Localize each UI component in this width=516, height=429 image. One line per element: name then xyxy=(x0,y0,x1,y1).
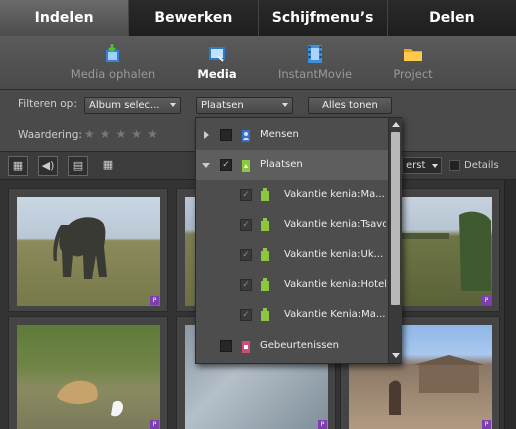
subnav-media[interactable]: Media xyxy=(172,44,262,81)
project-filter-icon[interactable]: ▤ xyxy=(68,156,88,176)
media-icon xyxy=(209,47,225,62)
chevron-down-icon xyxy=(432,164,438,168)
subnav-label: Project xyxy=(393,67,433,81)
rating-stars[interactable]: ★★★★★ xyxy=(84,127,163,141)
scroll-up-icon[interactable] xyxy=(392,122,400,127)
sub-navigation: Media ophalen Media InstantMovie Project xyxy=(0,36,516,90)
people-tag-icon xyxy=(242,130,250,142)
tab-bewerken[interactable]: Bewerken xyxy=(129,0,259,36)
checkbox-place[interactable]: ✓ xyxy=(240,189,252,201)
tab-schijfmenus[interactable]: Schijfmenu’s xyxy=(258,0,388,36)
menu-item-place[interactable]: ✓ Vakantie kenia:Tsavo xyxy=(196,210,388,240)
subnav-media-ophalen[interactable]: Media ophalen xyxy=(68,44,158,81)
subnav-label: InstantMovie xyxy=(277,67,353,81)
checkbox-mensen[interactable] xyxy=(220,129,232,141)
menu-item-place[interactable]: ✓ Vakantie kenia:Hotel xyxy=(196,270,388,300)
film-icon xyxy=(308,45,322,63)
media-thumbnail[interactable]: P xyxy=(8,316,168,429)
album-dropdown[interactable]: Album selec... xyxy=(84,97,181,114)
menu-item-place[interactable]: ✓ Vakantie kenia:Ma... xyxy=(196,180,388,210)
menu-item-place[interactable]: ✓ Vakantie Kenia:Ma... xyxy=(196,300,388,330)
subnav-project[interactable]: Project xyxy=(368,44,458,81)
details-label: Details xyxy=(464,160,499,171)
elephant-shape xyxy=(53,217,107,279)
menu-item-label: Plaatsen xyxy=(260,159,303,170)
events-tag-icon xyxy=(242,341,250,353)
menu-item-mensen[interactable]: Mensen xyxy=(196,120,388,150)
checkbox-place[interactable]: ✓ xyxy=(240,279,252,291)
sort-dropdown-value: erst xyxy=(406,160,426,171)
media-import-icon xyxy=(106,44,119,62)
checkbox-gebeurtenissen[interactable] xyxy=(220,340,232,352)
grid-scrollbar[interactable] xyxy=(504,180,516,429)
subnav-instantmovie[interactable]: InstantMovie xyxy=(270,44,360,81)
menu-item-plaatsen[interactable]: ✓ Plaatsen xyxy=(196,150,388,180)
tab-label: Schijfmenu’s xyxy=(271,10,374,26)
tab-label: Bewerken xyxy=(154,10,233,26)
scroll-down-icon[interactable] xyxy=(392,353,400,358)
checkbox-plaatsen[interactable]: ✓ xyxy=(220,159,232,171)
premiere-badge: P xyxy=(318,420,327,429)
menu-scrollbar[interactable] xyxy=(388,118,402,363)
places-tag-icon xyxy=(242,160,250,172)
main-tabs: Indelen Bewerken Schijfmenu’s Delen xyxy=(0,0,516,36)
lioness-shape xyxy=(57,380,123,417)
subnav-label: Media ophalen xyxy=(70,67,156,81)
menu-item-label: Vakantie Kenia:Ma... xyxy=(284,309,386,320)
menu-item-label: Vakantie kenia:Uk... xyxy=(284,249,384,260)
place-tag-icon xyxy=(261,248,269,261)
app-window: Indelen Bewerken Schijfmenu’s Delen Medi… xyxy=(0,0,516,429)
tab-delen[interactable]: Delen xyxy=(387,0,516,36)
media-thumbnail[interactable]: P xyxy=(8,188,168,312)
menu-item-label: Vakantie kenia:Ma... xyxy=(284,189,385,200)
menu-item-place[interactable]: ✓ Vakantie kenia:Uk... xyxy=(196,240,388,270)
filter-label: Filteren op: xyxy=(18,98,77,110)
checkbox-place[interactable]: ✓ xyxy=(240,309,252,321)
tab-label: Delen xyxy=(429,10,475,26)
lioness-photo: P xyxy=(17,325,160,429)
premiere-badge: P xyxy=(482,420,491,429)
expand-arrow-icon[interactable] xyxy=(204,131,209,139)
show-all-button[interactable]: Alles tonen xyxy=(308,97,392,114)
menu-item-gebeurtenissen[interactable]: Gebeurtenissen xyxy=(196,331,388,361)
menu-item-label: Vakantie kenia:Tsavo xyxy=(284,219,386,230)
premiere-badge: P xyxy=(150,296,159,305)
audio-filter-icon[interactable]: ◀) xyxy=(38,156,58,176)
places-dropdown-menu: Mensen ✓ Plaatsen ✓ Vakantie kenia:Ma...… xyxy=(195,117,402,364)
film-filter-icon[interactable]: ▦ xyxy=(8,156,28,176)
premiere-badge: P xyxy=(482,296,491,305)
show-all-label: Alles tonen xyxy=(322,100,378,111)
checkbox-place[interactable]: ✓ xyxy=(240,219,252,231)
album-dropdown-value: Album selec... xyxy=(89,100,160,111)
chevron-down-icon xyxy=(170,103,176,107)
places-dropdown-value: Plaatsen xyxy=(201,100,244,111)
folder-icon xyxy=(404,49,422,61)
elephant-photo: P xyxy=(17,197,160,306)
subnav-label: Media xyxy=(197,67,237,81)
tab-indelen[interactable]: Indelen xyxy=(0,0,130,36)
menu-item-label: Mensen xyxy=(260,129,299,140)
details-checkbox[interactable] xyxy=(449,160,460,171)
places-dropdown[interactable]: Plaatsen xyxy=(196,97,293,114)
place-tag-icon xyxy=(261,218,269,231)
place-tag-icon xyxy=(261,308,269,321)
place-tag-icon xyxy=(261,278,269,291)
menu-item-label: Vakantie kenia:Hotel xyxy=(284,279,386,290)
sort-dropdown[interactable]: erst xyxy=(402,157,442,174)
place-tag-icon xyxy=(261,188,269,201)
scroll-thumb[interactable] xyxy=(391,132,400,305)
premiere-badge: P xyxy=(150,420,159,429)
rating-label: Waardering: xyxy=(18,129,82,141)
chevron-down-icon xyxy=(282,103,288,107)
menu-item-label: Gebeurtenissen xyxy=(260,340,339,351)
checkbox-place[interactable]: ✓ xyxy=(240,249,252,261)
grid-view-icon[interactable]: ▦ xyxy=(98,156,118,176)
tab-label: Indelen xyxy=(34,10,94,26)
collapse-arrow-icon[interactable] xyxy=(202,163,210,168)
